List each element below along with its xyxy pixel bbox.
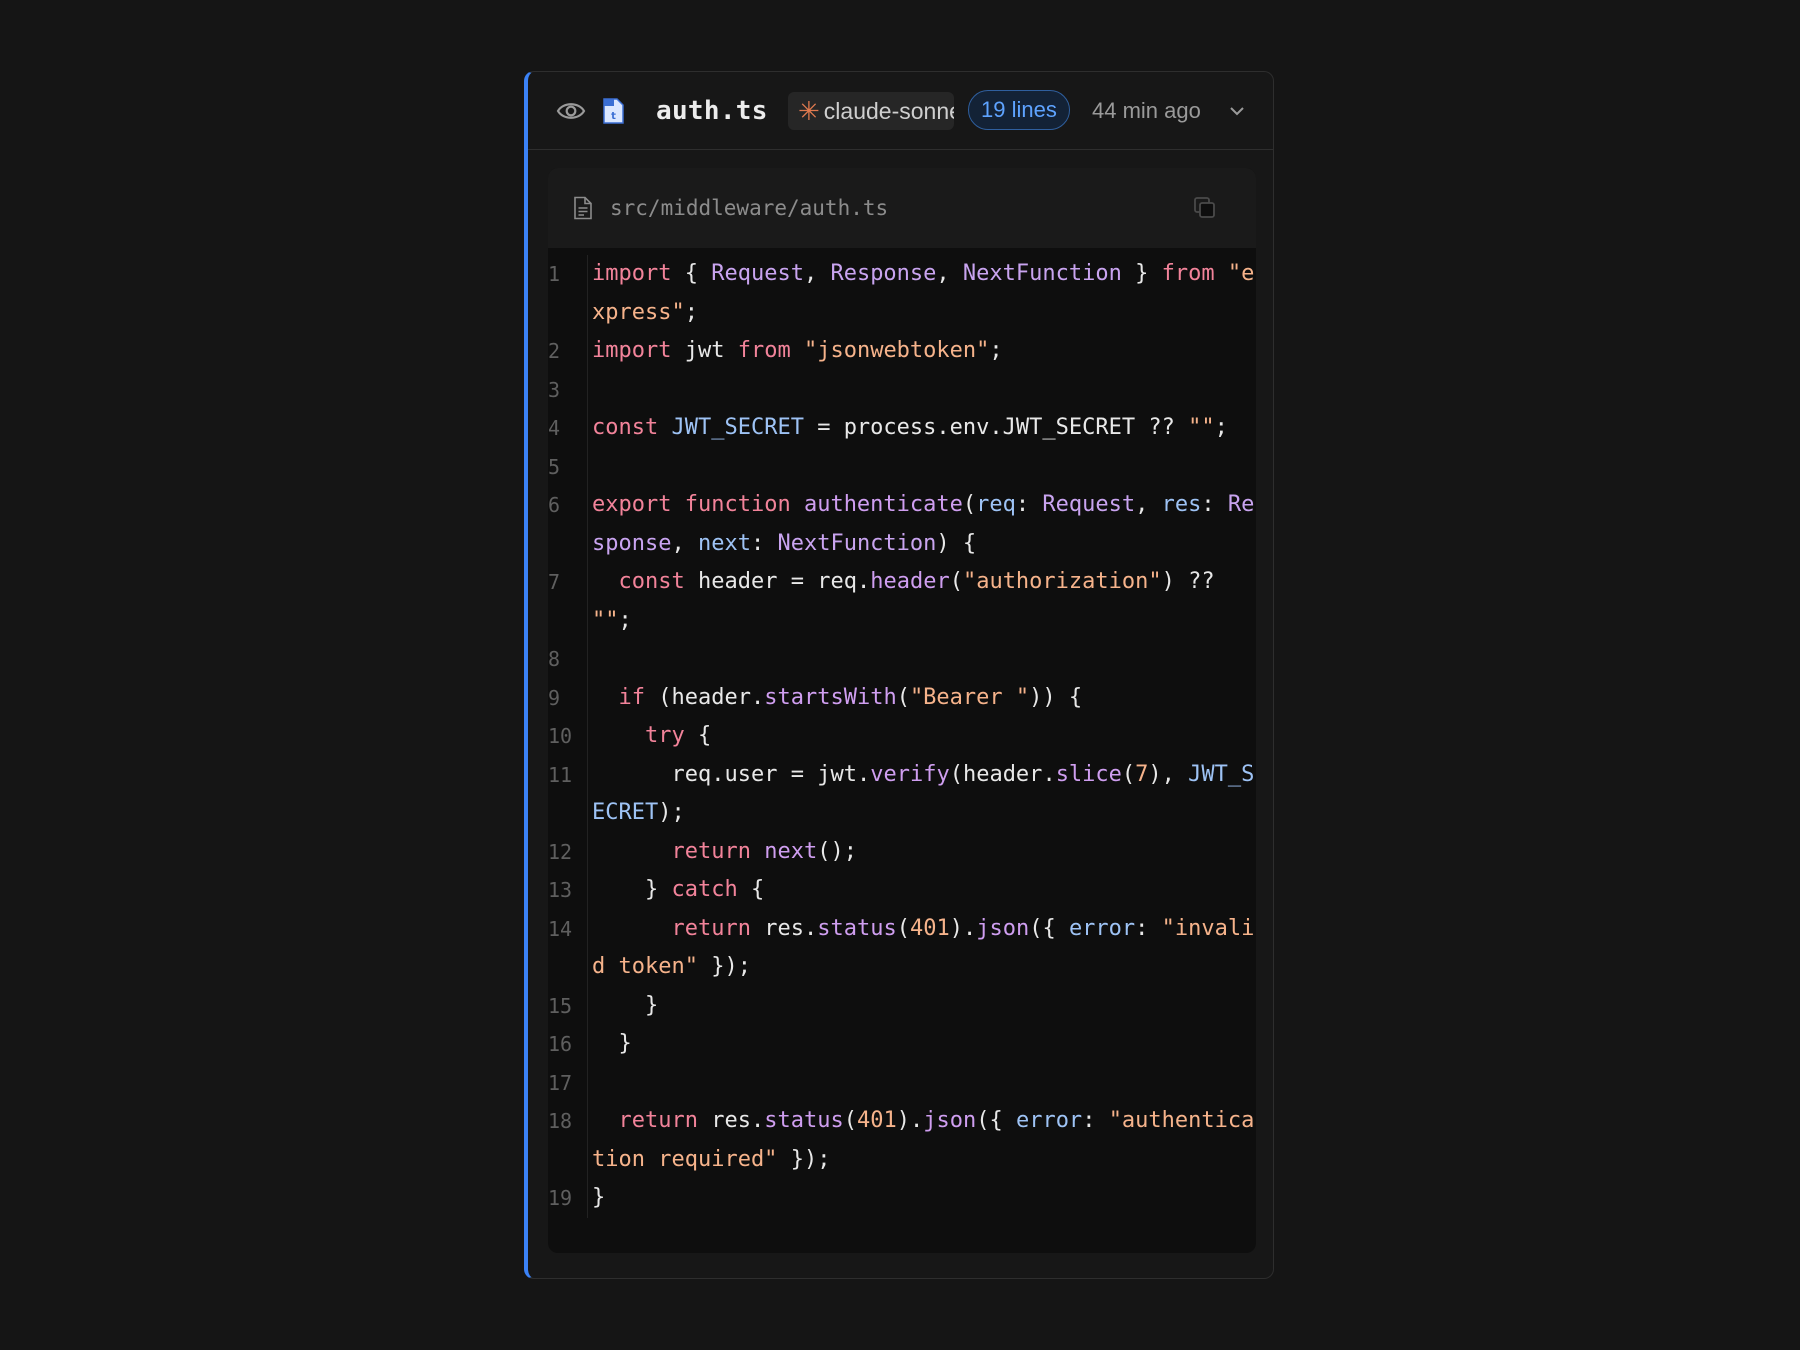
line-number: 19	[548, 1179, 588, 1218]
code-line: 18 return res.status(401).json({ error: …	[548, 1102, 1256, 1179]
eye-icon[interactable]	[554, 72, 588, 149]
file-name: auth.ts	[656, 95, 768, 126]
code-line: 15 }	[548, 986, 1256, 1025]
code-lines[interactable]: 1 import { Request, Response, NextFunctio…	[548, 248, 1256, 1218]
line-number: 12	[548, 832, 588, 871]
code-line: 17​	[548, 1063, 1256, 1103]
line-number: 2	[548, 332, 588, 371]
line-code: ​	[588, 371, 1256, 410]
line-number: 6	[548, 486, 588, 563]
line-code: }	[618, 1031, 632, 1056]
line-code: req.user = jwt.verify(header.slice(7), J…	[592, 761, 1255, 826]
line-code: ​	[588, 1064, 1256, 1103]
line-number: 15	[548, 986, 588, 1025]
line-number: 14	[548, 909, 588, 987]
svg-text:t: t	[611, 111, 616, 122]
line-code: return res.status(401).json({ error: "au…	[592, 1108, 1255, 1172]
line-number: 16	[548, 1025, 588, 1064]
code-line: 16 }	[548, 1025, 1256, 1064]
line-code: }	[644, 992, 659, 1018]
line-number: 8	[548, 640, 588, 679]
line-number: 3	[548, 370, 588, 409]
line-code: export function authenticate(req: Reques…	[592, 492, 1255, 556]
code-line: 8​	[548, 640, 1256, 679]
code-line: 2 import jwt from "jsonwebtoken";	[548, 332, 1256, 371]
code-line: 4 const JWT_SECRET = process.env.JWT_SECR…	[548, 409, 1256, 448]
code-line: 19}	[548, 1179, 1256, 1218]
line-number: 17	[548, 1063, 588, 1102]
line-code: import { Request, Response, NextFunction…	[592, 261, 1255, 325]
code-line: 6 export function authenticate(req: Reque…	[548, 486, 1256, 563]
line-code: ​	[588, 640, 1256, 679]
file-path-bar: src/middleware/auth.ts	[548, 168, 1256, 248]
model-name: claude-sonnet	[823, 97, 954, 124]
code-card: t auth.ts ✳ claude-sonnet 19 lines 44 mi…	[524, 71, 1274, 1279]
line-count-badge: 19 lines	[968, 90, 1070, 130]
line-number: 1	[548, 255, 588, 332]
line-number: 5	[548, 447, 588, 486]
code-line: 14 return res.status(401).json({ error: …	[548, 909, 1256, 987]
code-line: 10 try {	[548, 717, 1256, 756]
line-number: 9	[548, 678, 588, 717]
code-line: 11 req.user = jwt.verify(header.slice(7)…	[548, 755, 1256, 833]
line-code: ​	[588, 448, 1256, 487]
code-line: 13 } catch {	[548, 871, 1256, 910]
card-header[interactable]: t auth.ts ✳ claude-sonnet 19 lines 44 mi…	[528, 72, 1273, 150]
code-line: 12 return next();	[548, 832, 1256, 871]
timestamp: 44 min ago	[1092, 97, 1201, 123]
code-line: 3​	[548, 370, 1256, 410]
line-number: 11	[548, 755, 588, 833]
line-number: 18	[548, 1102, 588, 1179]
code-line: 9 if (header.startsWith("Bearer ")) {	[548, 678, 1256, 717]
code-block: src/middleware/auth.ts 1 import { Request…	[548, 168, 1256, 1253]
chevron-down-icon[interactable]	[1228, 72, 1246, 149]
line-code: const JWT_SECRET = process.env.JWT_SECRE…	[592, 415, 1228, 440]
typescript-file-icon: t	[598, 72, 628, 149]
line-code: import jwt from "jsonwebtoken";	[592, 338, 1003, 363]
sparkle-icon: ✳	[798, 96, 820, 126]
line-code: } catch {	[644, 877, 765, 902]
line-code: return res.status(401).json({ error: "in…	[592, 915, 1255, 980]
line-code: return next();	[671, 838, 857, 864]
line-number: 4	[548, 409, 588, 448]
line-code: const header = req.header("authorization…	[592, 569, 1215, 633]
code-line: 5​	[548, 447, 1256, 487]
model-chip: ✳ claude-sonnet	[788, 92, 954, 130]
copy-icon[interactable]	[1192, 195, 1218, 221]
line-code: try {	[644, 723, 712, 748]
document-icon	[573, 195, 595, 221]
code-line: 7 const header = req.header("authorizati…	[548, 563, 1256, 640]
line-number: 13	[548, 871, 588, 910]
line-number: 7	[548, 563, 588, 640]
file-path: src/middleware/auth.ts	[610, 196, 889, 220]
line-code: if (header.startsWith("Bearer ")) {	[618, 684, 1083, 710]
line-number: 10	[548, 717, 588, 756]
code-line: 1 import { Request, Response, NextFunctio…	[548, 255, 1256, 332]
line-code: }	[592, 1185, 606, 1210]
